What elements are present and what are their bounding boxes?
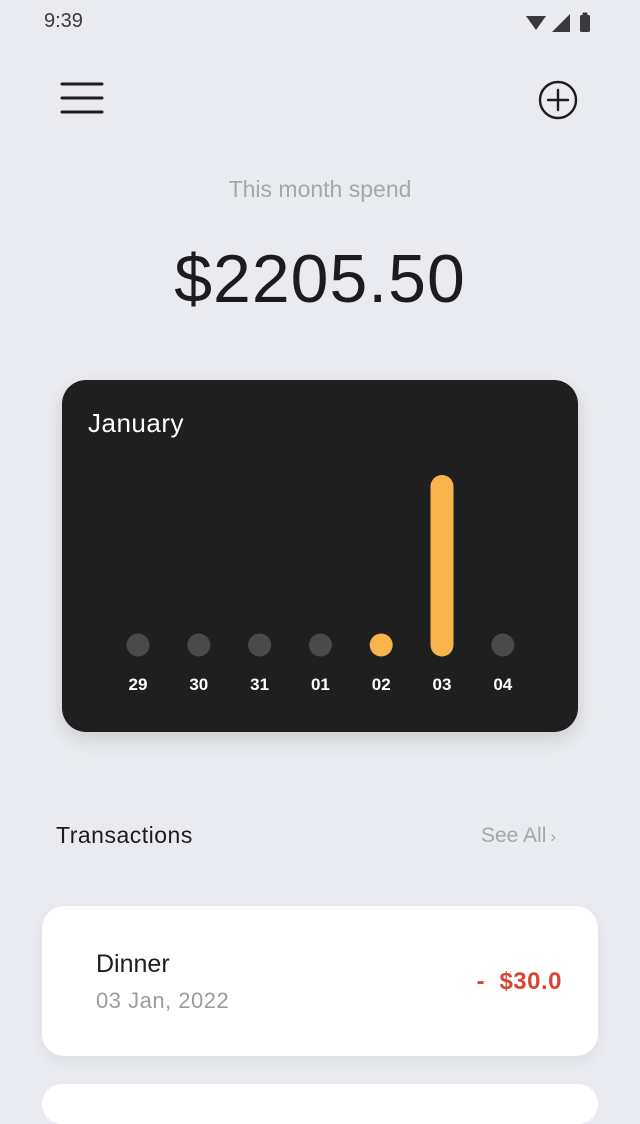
month-spend-label: This month spend [228,176,412,202]
spending-chart: 29 30 31 01 02 03 04 [126,475,515,694]
chart-tick-label: 01 [311,675,330,694]
status-bar: 9:39 [0,0,640,44]
chart-tick-label: 29 [129,675,148,694]
status-time: 9:39 [44,10,83,32]
transaction-card[interactable] [42,1084,598,1124]
chart-bar-02[interactable] [369,633,393,657]
menu-button[interactable] [58,78,106,118]
transaction-name: Dinner [96,950,170,978]
chart-tick-label: 04 [493,675,512,694]
battery-icon [580,12,590,32]
hamburger-menu-icon [60,82,104,114]
add-button[interactable] [536,78,580,122]
chevron-right-icon: › [550,827,557,846]
see-all-link[interactable]: See All › [481,824,556,848]
chart-bar-03[interactable] [430,475,454,657]
chart-tick-label: 30 [189,675,208,694]
chart-tick-label: 03 [433,675,452,694]
spending-chart-card: January 29 30 31 01 02 03 04 [62,380,578,732]
month-spend-amount: $2205.50 [174,241,466,317]
chart-bar-29[interactable] [126,633,150,657]
see-all-label: See All [481,824,547,847]
chart-bar-30[interactable] [187,633,211,657]
plus-circle-icon [538,80,578,120]
transaction-date: 03 Jan, 2022 [96,988,230,1013]
chart-bar-31[interactable] [248,633,272,657]
chart-bar-04[interactable] [491,633,515,657]
transaction-card[interactable]: Dinner 03 Jan, 2022 - $30.0 [42,906,598,1056]
signal-icon [552,14,570,32]
chart-tick-label: 02 [372,675,391,694]
transaction-amount: - $30.0 [476,968,562,995]
transactions-title: Transactions [56,822,193,848]
chart-tick-label: 31 [250,675,269,694]
status-icons [526,12,590,32]
wifi-icon [526,16,546,30]
chart-bar-01[interactable] [308,633,332,657]
